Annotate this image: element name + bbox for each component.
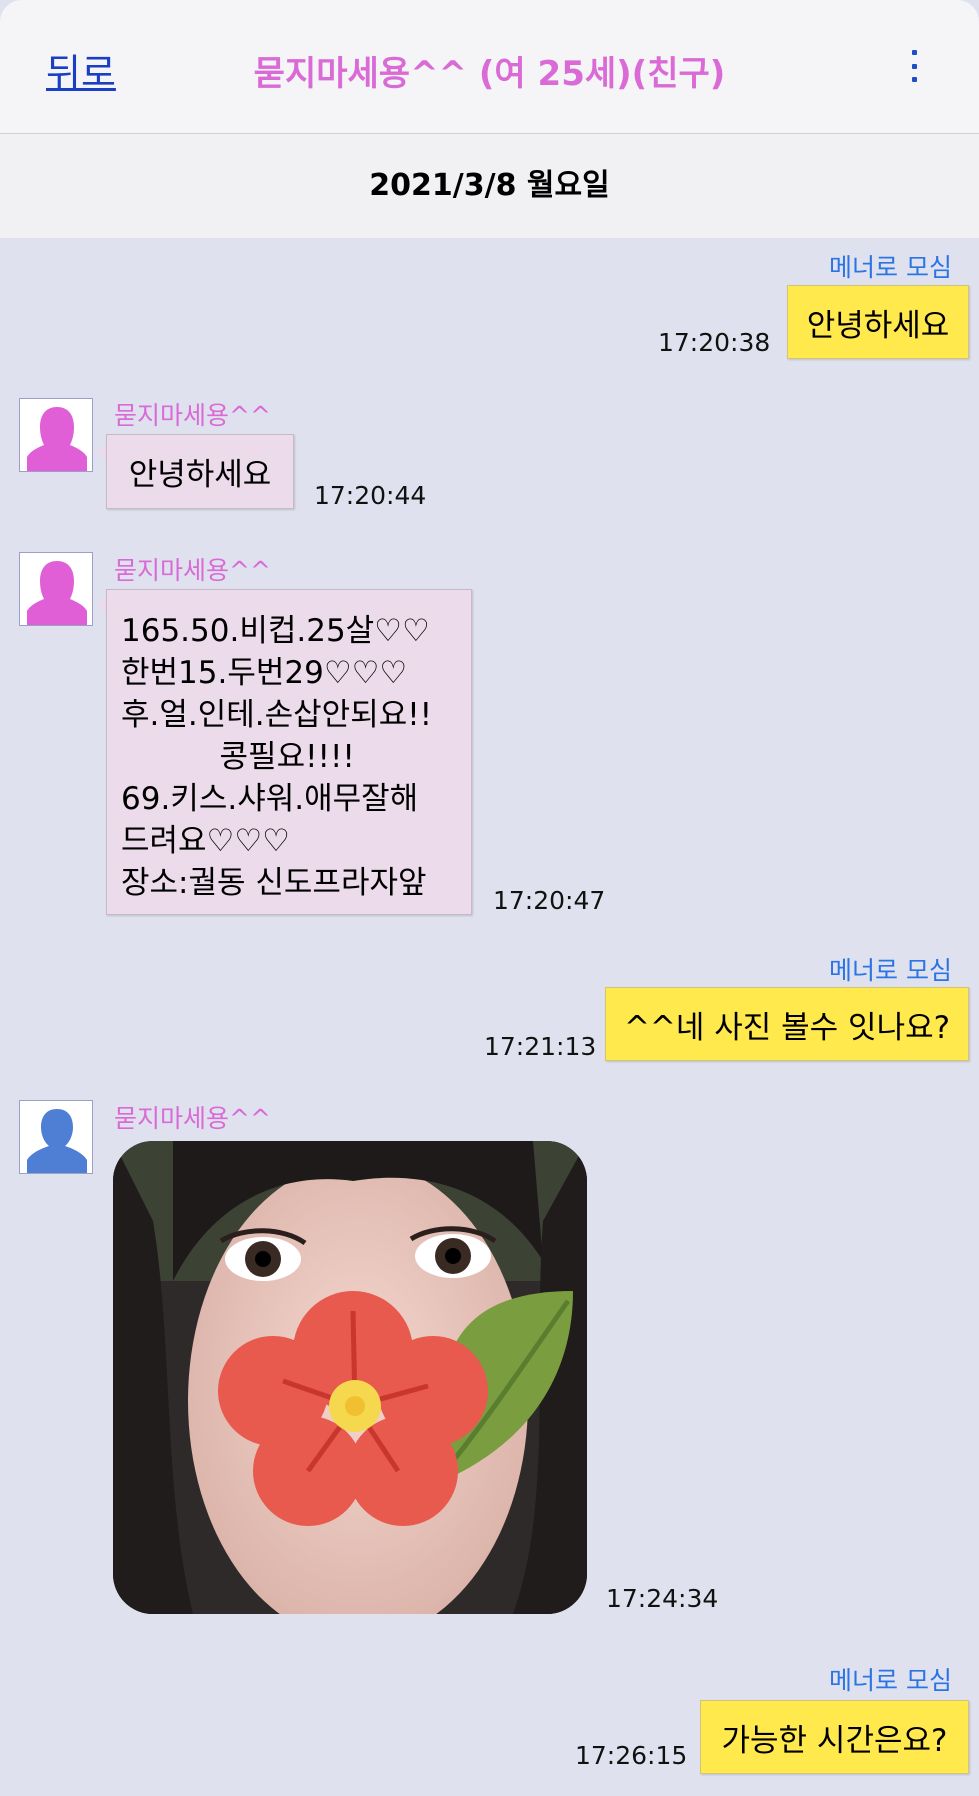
female-avatar-icon[interactable]	[19, 398, 93, 472]
female-avatar-icon[interactable]	[19, 552, 93, 626]
sender-name: 묻지마세용^^	[114, 1104, 271, 1133]
message-time: 17:20:44	[314, 481, 427, 510]
sender-note: 메너로 모심	[829, 956, 952, 985]
message-time: 17:20:47	[493, 886, 606, 915]
male-avatar-icon[interactable]	[19, 1100, 93, 1174]
sender-name: 묻지마세용^^	[114, 556, 271, 585]
message-time: 17:20:38	[658, 328, 771, 357]
message-bubble-incoming[interactable]: 165.50.비컵.25살♡♡ 한번15.두번29♡♡♡ 후.얼.인테.손삽안되…	[106, 589, 472, 915]
message-bubble-outgoing[interactable]: 가능한 시간은요?	[700, 1700, 969, 1774]
message-bubble-incoming[interactable]: 안녕하세요	[106, 434, 294, 509]
date-divider: 2021/3/8 월요일	[0, 134, 979, 238]
shared-photo[interactable]	[113, 1141, 587, 1614]
message-time: 17:21:13	[484, 1032, 597, 1061]
top-bar: 뒤로 묻지마세용^^ (여 25세)(친구)	[0, 0, 979, 134]
sender-name: 묻지마세용^^	[114, 401, 271, 430]
message-time: 17:26:15	[575, 1741, 688, 1770]
message-bubble-outgoing[interactable]: ^^네 사진 볼수 잇나요?	[605, 987, 969, 1061]
vertical-dots-icon[interactable]	[906, 50, 922, 82]
sender-note: 메너로 모심	[829, 1666, 952, 1695]
chat-title: 묻지마세용^^ (여 25세)(친구)	[253, 54, 726, 94]
message-time: 17:24:34	[606, 1584, 719, 1613]
message-bubble-outgoing[interactable]: 안녕하세요	[787, 285, 969, 359]
sender-note: 메너로 모심	[829, 253, 952, 282]
